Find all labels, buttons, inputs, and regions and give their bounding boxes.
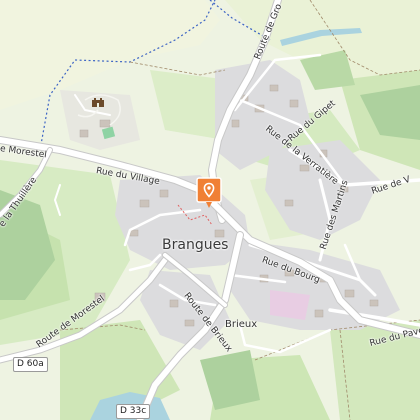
- place-label-brangues: Brangues: [162, 237, 229, 253]
- map-base-layer: [0, 0, 420, 420]
- location-pin-icon[interactable]: [196, 177, 222, 209]
- place-label-brieux: Brieux: [225, 319, 258, 330]
- road-shield-d33c: D 33c: [116, 404, 151, 419]
- road-shield-d60a: D 60a: [13, 357, 48, 372]
- map-canvas[interactable]: Brangues Brieux Route de Gro Rue du Vill…: [0, 0, 420, 420]
- castle-icon[interactable]: [91, 96, 105, 108]
